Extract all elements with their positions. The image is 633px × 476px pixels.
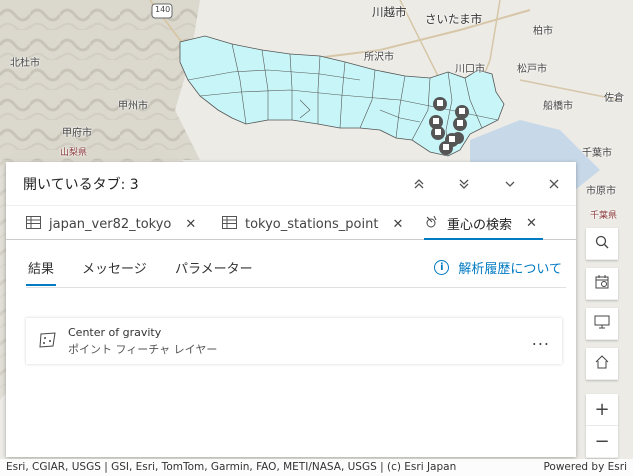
map-toolbar: + − (586, 228, 618, 458)
point-layer-icon (39, 332, 57, 352)
map-label-saitama: さいたま市 (425, 12, 483, 26)
result-subtitle: ポイント フィーチャ レイヤー (68, 343, 218, 356)
map-label-matsudo: 松戸市 (517, 64, 547, 75)
subtab-results[interactable]: 結果 (26, 258, 57, 286)
about-history-label: 解析履歴について (458, 262, 562, 277)
close-tab-icon[interactable]: ✕ (185, 217, 196, 232)
result-subtabs: 結果 メッセージ パラメーター i 解析履歴について (26, 258, 566, 288)
result-title: Center of gravity (68, 326, 162, 339)
attribution-bar: Esri, CGIAR, USGS | GSI, Esri, TomTom, G… (0, 459, 633, 476)
monitor-icon (594, 314, 610, 333)
tab-tokyo-stations-point[interactable]: tokyo_stations_point ✕ (222, 208, 403, 240)
route-label: 140 (155, 5, 171, 14)
map-label-hokuto: 北杜市 (10, 58, 40, 69)
home-button[interactable] (586, 348, 618, 380)
map-label-funabashi: 船橋市 (543, 101, 573, 112)
attribution-text: Esri, CGIAR, USGS | GSI, Esri, TomTom, G… (6, 461, 457, 473)
map-label-koshu: 甲州市 (118, 101, 148, 112)
about-history-link[interactable]: i 解析履歴について (434, 258, 562, 277)
tab-bar: japan_ver82_tokyo ✕ tokyo_stations_point… (6, 208, 576, 240)
map-label-ichihara: 市原市 (586, 186, 616, 197)
result-item[interactable]: Center of gravity ポイント フィーチャ レイヤー ... (26, 318, 562, 364)
subtab-messages[interactable]: メッセージ (80, 258, 149, 286)
subtab-parameters[interactable]: パラメーター (173, 258, 255, 286)
table-icon (222, 215, 237, 233)
open-tabs-panel: 開いているタブ: 3 japan_ver82_tokyo ✕ tokyo_sta… (6, 162, 576, 457)
close-tab-icon[interactable]: ✕ (526, 216, 537, 231)
table-icon (26, 215, 41, 233)
zoom-in-button[interactable]: + (586, 394, 618, 426)
tab-label: tokyo_stations_point (245, 216, 379, 232)
map-label-chiba: 千葉市 (582, 148, 612, 159)
search-icon (595, 234, 609, 253)
analysis-icon (424, 214, 439, 233)
close-icon[interactable] (542, 172, 566, 196)
map-label-kashiwa: 柏市 (533, 26, 553, 37)
panel-header: 開いているタブ: 3 (6, 162, 576, 206)
powered-by-esri[interactable]: Powered by Esri (543, 459, 627, 476)
plus-icon: + (594, 399, 610, 420)
zoom-out-button[interactable]: − (586, 426, 618, 458)
map-label-kawaguchi: 川口市 (455, 64, 485, 75)
map-label-kawagoe: 川越市 (372, 5, 407, 19)
map-label-chibaken: 千葉県 (590, 211, 618, 221)
map-label-sakura: 佐倉 (604, 93, 624, 104)
chevron-down-icon[interactable] (498, 172, 522, 196)
tab-label: 重心の検索 (447, 217, 513, 233)
search-button[interactable] (586, 228, 618, 260)
collapse-up-icon[interactable] (407, 172, 431, 196)
tab-find-centroid[interactable]: 重心の検索 ✕ (424, 208, 543, 240)
screen-button[interactable] (586, 308, 618, 340)
calendar-map-icon (594, 274, 610, 294)
more-options-button[interactable]: ... (532, 330, 550, 349)
basemap-button[interactable] (586, 268, 618, 300)
close-tab-icon[interactable]: ✕ (392, 217, 403, 232)
tab-japan-ver82-tokyo[interactable]: japan_ver82_tokyo ✕ (26, 208, 196, 240)
home-icon (595, 354, 609, 373)
map-label-yamanashi: 山梨県 (60, 148, 88, 158)
panel-title: 開いているタブ: 3 (23, 177, 139, 193)
tab-label: japan_ver82_tokyo (49, 216, 172, 232)
info-icon: i (434, 260, 450, 275)
minus-icon: − (594, 431, 610, 452)
map-label-kofu: 甲府市 (62, 128, 92, 139)
map-label-tokorozawa: 所沢市 (364, 52, 394, 63)
expand-down-icon[interactable] (452, 172, 476, 196)
